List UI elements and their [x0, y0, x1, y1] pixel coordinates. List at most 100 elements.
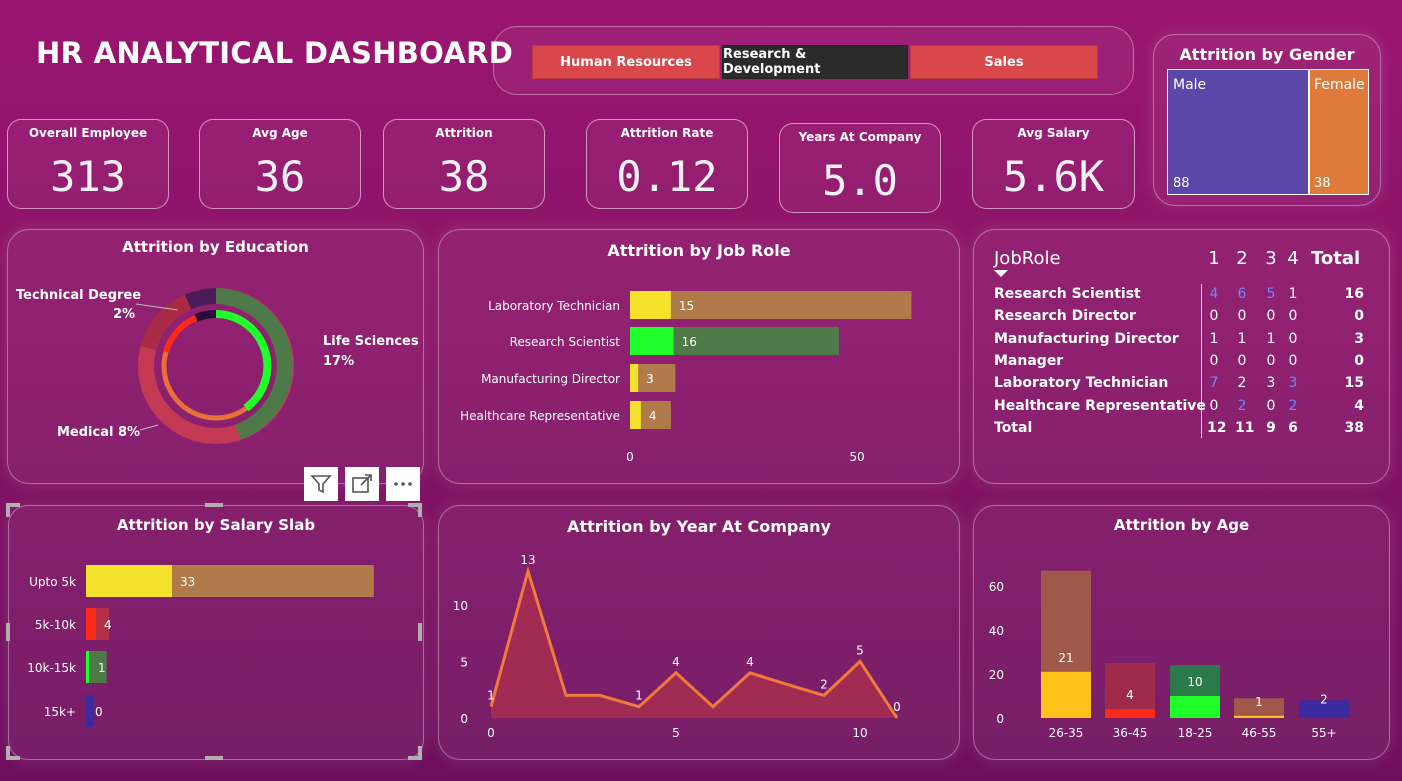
salary-panel: Attrition by Salary Slab Upto 5k 33 5k-10k… [8, 505, 424, 760]
resize-handle[interactable] [205, 756, 223, 760]
table-cell: 0 [1288, 308, 1298, 325]
table-cell: 0 [1288, 330, 1298, 347]
focus-mode-icon[interactable] [345, 467, 379, 501]
data-label: 5 [856, 644, 864, 658]
slicer-human-resources[interactable]: Human Resources [532, 45, 720, 79]
matrix-col-1: 1 [1208, 248, 1220, 269]
edu-label-technical: Technical Degree [16, 288, 142, 303]
tick-label: 5 [460, 656, 468, 670]
row-total: 15 [1344, 375, 1364, 392]
resize-handle[interactable] [418, 623, 422, 641]
data-label: 10 [1187, 675, 1202, 689]
jobrole-bar-chart: Laboratory Technician 15 Research Scientis… [460, 291, 912, 464]
table-cell: 3 [1288, 375, 1298, 392]
bar [1105, 709, 1155, 718]
resize-handle[interactable] [205, 503, 223, 507]
kpi-overall-employee: Overall Employee 313 [7, 119, 169, 209]
resize-handle[interactable] [418, 746, 422, 760]
jobrole-matrix-panel: JobRole 1 2 3 4 Total Research Scientist… [973, 229, 1390, 484]
bar [86, 695, 92, 727]
resize-handle[interactable] [6, 623, 10, 641]
table-row: Research Director 0 0 0 0 0 [994, 308, 1364, 330]
table-cell: 0 [1209, 308, 1219, 325]
table-cell: 0 [1237, 308, 1247, 325]
slicer-research-development[interactable]: Research & Development [722, 45, 908, 79]
matrix-body: Research Scientist 4 6 5 1 16 Research Directo… [994, 286, 1364, 446]
donut-life-sciences-inner [215, 310, 272, 412]
kpi-value: 5.0 [822, 156, 898, 205]
filter-icon[interactable] [304, 467, 338, 501]
edu-label-medical: Medical 8% [57, 425, 141, 440]
table-cell: 6 [1237, 286, 1247, 302]
table-row: Healthcare Representative 0 2 0 2 4 [994, 398, 1364, 420]
kpi-avg-age: Avg Age 36 [199, 119, 361, 209]
table-row: Laboratory Technician 7 2 3 3 15 [994, 375, 1364, 397]
kpi-value: 0.12 [616, 152, 718, 201]
year-panel: Attrition by Year At Company 0 5 10 0 5 10 1 13… [438, 505, 960, 760]
data-label: 13 [520, 553, 535, 567]
table-cell: 2 [1237, 375, 1247, 392]
table-cell: 2 [1237, 397, 1247, 414]
table-cell: 12 [1207, 419, 1227, 436]
tick-label: 0 [487, 726, 495, 740]
data-label: 15 [679, 299, 694, 313]
data-label: 0 [95, 705, 103, 719]
table-cell: 4 [1209, 286, 1219, 302]
kpi-label: Avg Age [252, 126, 308, 140]
kpi-value: 36 [254, 152, 306, 201]
table-cell: 9 [1266, 419, 1276, 436]
donut-other-inner [194, 310, 217, 322]
data-label: 1 [635, 689, 643, 703]
row-label: Research Director [994, 308, 1136, 325]
year-area-chart: 0 5 10 0 5 10 1 13 1 4 4 2 5 0 [453, 553, 901, 740]
table-row: Manager 0 0 0 0 0 [994, 353, 1364, 375]
row-total: 0 [1354, 352, 1364, 369]
data-label: 33 [180, 575, 195, 589]
category-label: 55+ [1311, 726, 1336, 740]
table-cell: 5 [1266, 286, 1276, 302]
matrix-col-4: 4 [1287, 248, 1299, 269]
row-label: Manufacturing Director [994, 330, 1179, 347]
table-cell: 1 [1209, 330, 1219, 347]
table-cell: 0 [1288, 352, 1298, 369]
table-cell: 0 [1266, 308, 1276, 325]
table-cell: 2 [1288, 397, 1298, 414]
matrix-total-row: Total 12 11 9 6 38 [994, 420, 1364, 442]
bar [630, 291, 671, 319]
category-label: 18-25 [1178, 726, 1213, 740]
data-label: 0 [893, 700, 901, 714]
kpi-years-at-company: Years At Company 5.0 [779, 123, 941, 213]
education-panel: Attrition by Education Technical Degree … [7, 229, 424, 484]
male-value: 88 [1173, 176, 1190, 191]
edu-pct-life-sciences: 17% [323, 354, 355, 369]
bar [86, 608, 96, 640]
table-cell: 0 [1237, 352, 1247, 369]
table-row: Manufacturing Director 1 1 1 0 3 [994, 331, 1364, 353]
table-cell: 1 [1266, 330, 1276, 347]
gender-female-tile[interactable]: Female 38 [1309, 69, 1369, 195]
leader-line [139, 424, 159, 431]
category-label: 10k-15k [27, 661, 76, 675]
kpi-label: Overall Employee [28, 126, 148, 140]
slicer-sales[interactable]: Sales [910, 45, 1098, 79]
bar [1170, 696, 1220, 718]
tick-label: 0 [626, 450, 634, 464]
sort-desc-icon[interactable] [994, 270, 1008, 277]
tick-label: 50 [849, 450, 864, 464]
category-label: 5k-10k [35, 618, 76, 632]
more-options-icon[interactable] [386, 467, 420, 501]
resize-handle[interactable] [6, 746, 10, 760]
age-panel: Attrition by Age 0 20 40 60 21 26-35 4 36-45 10 1… [973, 505, 1390, 760]
category-label: Laboratory Technician [488, 299, 620, 313]
gender-male-tile[interactable]: Male 88 [1167, 69, 1309, 195]
tick-label: 10 [852, 726, 867, 740]
row-label: Total [994, 419, 1033, 436]
jobrole-panel: Attrition by Job Role Laboratory Technic… [438, 229, 960, 484]
data-label: 3 [646, 372, 654, 386]
matrix-col-3: 3 [1265, 248, 1277, 269]
data-label: 4 [746, 655, 754, 669]
resize-handle[interactable] [6, 503, 10, 517]
table-cell: 0 [1266, 397, 1276, 414]
education-donut [135, 288, 294, 444]
resize-handle[interactable] [418, 503, 422, 517]
